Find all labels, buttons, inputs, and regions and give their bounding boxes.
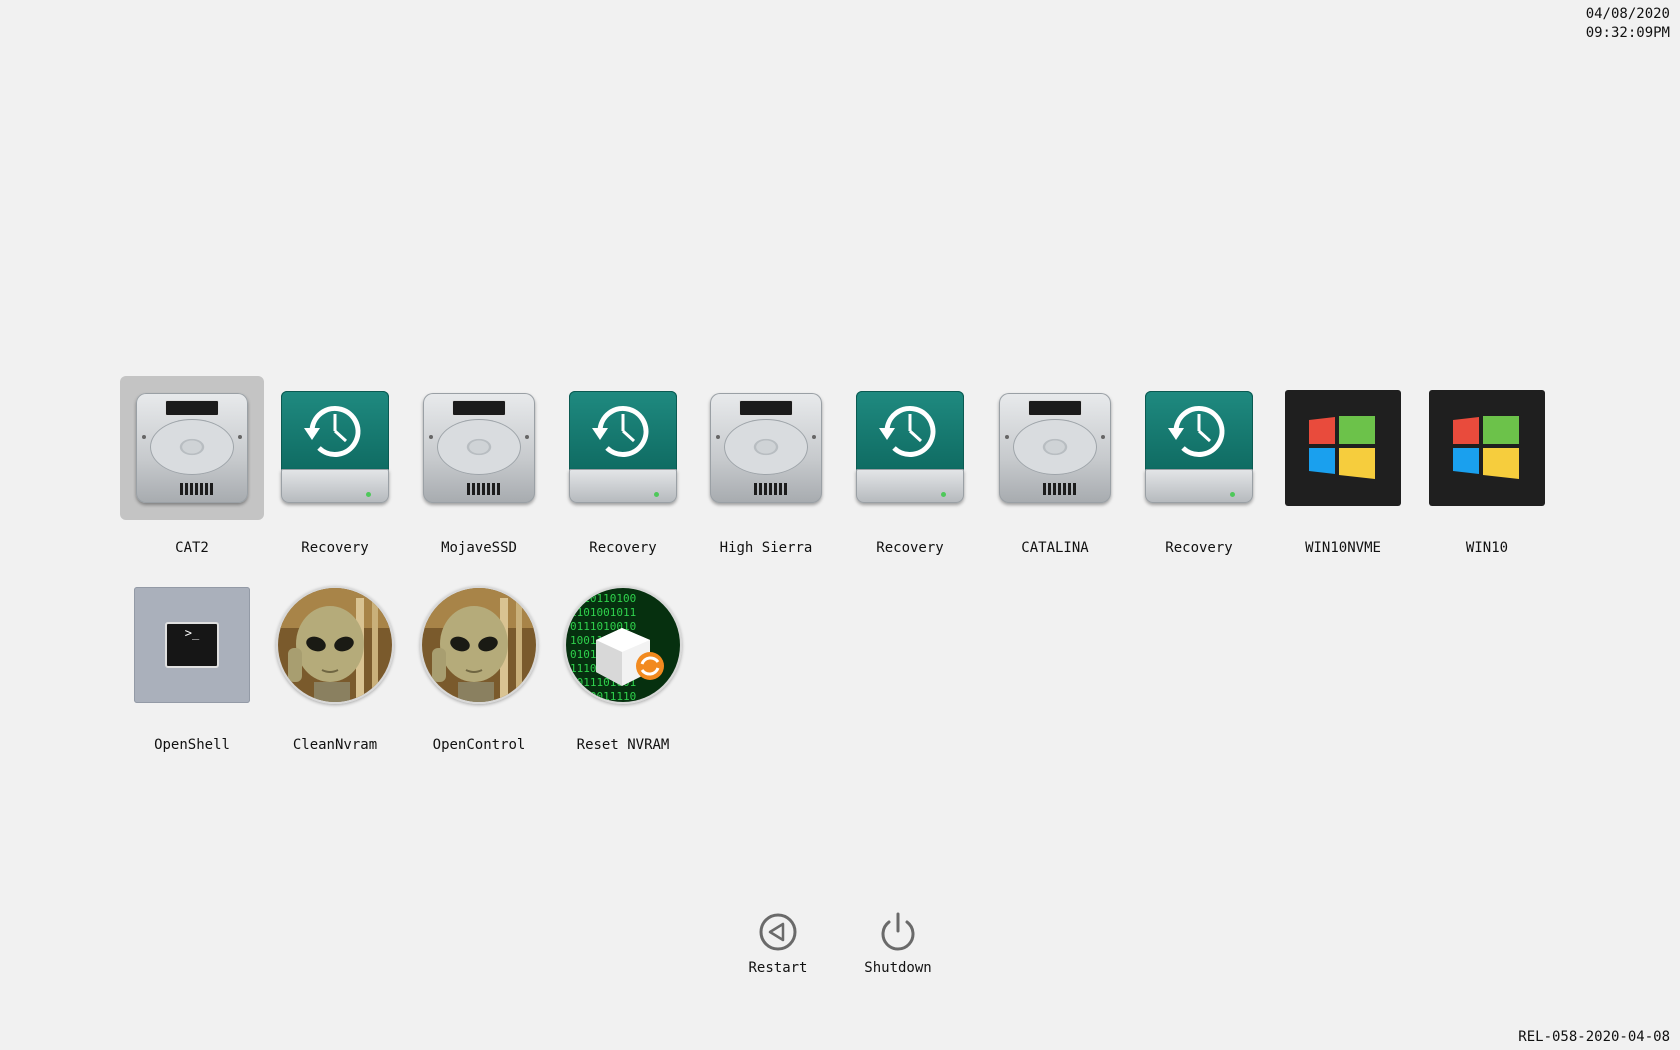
tool-entry-label: CleanNvram bbox=[292, 737, 378, 753]
clock-time: 09:32:09PM bbox=[1585, 25, 1670, 41]
svg-text:1010011110: 1010011110 bbox=[570, 690, 636, 702]
boot-entry-cat2[interactable]: CAT2 bbox=[120, 376, 264, 556]
hard-drive-icon bbox=[407, 376, 551, 520]
boot-entry-recovery-4[interactable]: Recovery bbox=[1127, 376, 1271, 556]
alien-icon bbox=[407, 573, 551, 717]
svg-text:0010110100: 0010110100 bbox=[570, 592, 636, 605]
shutdown-button[interactable]: Shutdown bbox=[850, 908, 946, 976]
shutdown-label: Shutdown bbox=[864, 960, 932, 976]
boot-entry-label: CAT2 bbox=[175, 540, 209, 556]
time-machine-icon bbox=[263, 376, 407, 520]
time-machine-icon bbox=[838, 376, 982, 520]
time-machine-icon bbox=[1127, 376, 1271, 520]
windows-icon bbox=[1415, 376, 1559, 520]
boot-entry-label: Recovery bbox=[1165, 540, 1233, 556]
svg-text:1101001011: 1101001011 bbox=[570, 606, 636, 619]
boot-entry-catalina[interactable]: CATALINA bbox=[983, 376, 1127, 556]
boot-entry-mojavessd[interactable]: MojaveSSD bbox=[407, 376, 551, 556]
boot-entry-label: CATALINA bbox=[1021, 540, 1089, 556]
hard-drive-icon bbox=[983, 376, 1127, 520]
boot-entry-label: WIN10 bbox=[1465, 540, 1509, 556]
tool-entry-reset-nvram[interactable]: 00101101001101001011 0111010010100110110… bbox=[551, 573, 695, 753]
boot-entry-label: High Sierra bbox=[719, 540, 813, 556]
clock-date: 04/08/2020 bbox=[1585, 6, 1670, 22]
windows-icon bbox=[1271, 376, 1415, 520]
boot-entry-label: Recovery bbox=[589, 540, 657, 556]
reset-nvram-icon: 00101101001101001011 0111010010100110110… bbox=[551, 573, 695, 717]
version-string: REL-058-2020-04-08 bbox=[1518, 1029, 1670, 1045]
boot-entry-label: WIN10NVME bbox=[1305, 540, 1381, 556]
boot-entry-label: Recovery bbox=[876, 540, 944, 556]
tool-entry-cleannvram[interactable]: CleanNvram bbox=[263, 573, 407, 753]
boot-entry-win10nvme[interactable]: WIN10NVME bbox=[1271, 376, 1415, 556]
clock: 04/08/2020 09:32:09PM bbox=[1586, 5, 1670, 43]
boot-entry-recovery-3[interactable]: Recovery bbox=[838, 376, 982, 556]
boot-entry-recovery-1[interactable]: Recovery bbox=[263, 376, 407, 556]
tool-entry-label: OpenShell bbox=[154, 737, 230, 753]
power-icon bbox=[874, 908, 922, 956]
tool-entry-label: OpenControl bbox=[432, 737, 526, 753]
restart-label: Restart bbox=[748, 960, 808, 976]
boot-entry-high-sierra[interactable]: High Sierra bbox=[694, 376, 838, 556]
alien-icon bbox=[263, 573, 407, 717]
boot-entry-recovery-2[interactable]: Recovery bbox=[551, 376, 695, 556]
boot-entry-label: Recovery bbox=[301, 540, 369, 556]
terminal-icon: >_ bbox=[120, 573, 264, 717]
boot-entry-win10[interactable]: WIN10 bbox=[1415, 376, 1559, 556]
tool-entry-openshell[interactable]: >_ OpenShell bbox=[120, 573, 264, 753]
tool-entry-opencontrol[interactable]: OpenControl bbox=[407, 573, 551, 753]
restart-button[interactable]: Restart bbox=[730, 908, 826, 976]
hard-drive-icon bbox=[694, 376, 838, 520]
boot-entry-label: MojaveSSD bbox=[441, 540, 517, 556]
time-machine-icon bbox=[551, 376, 695, 520]
hard-drive-icon bbox=[120, 376, 264, 520]
restart-icon bbox=[754, 908, 802, 956]
tool-entry-label: Reset NVRAM bbox=[576, 737, 670, 753]
